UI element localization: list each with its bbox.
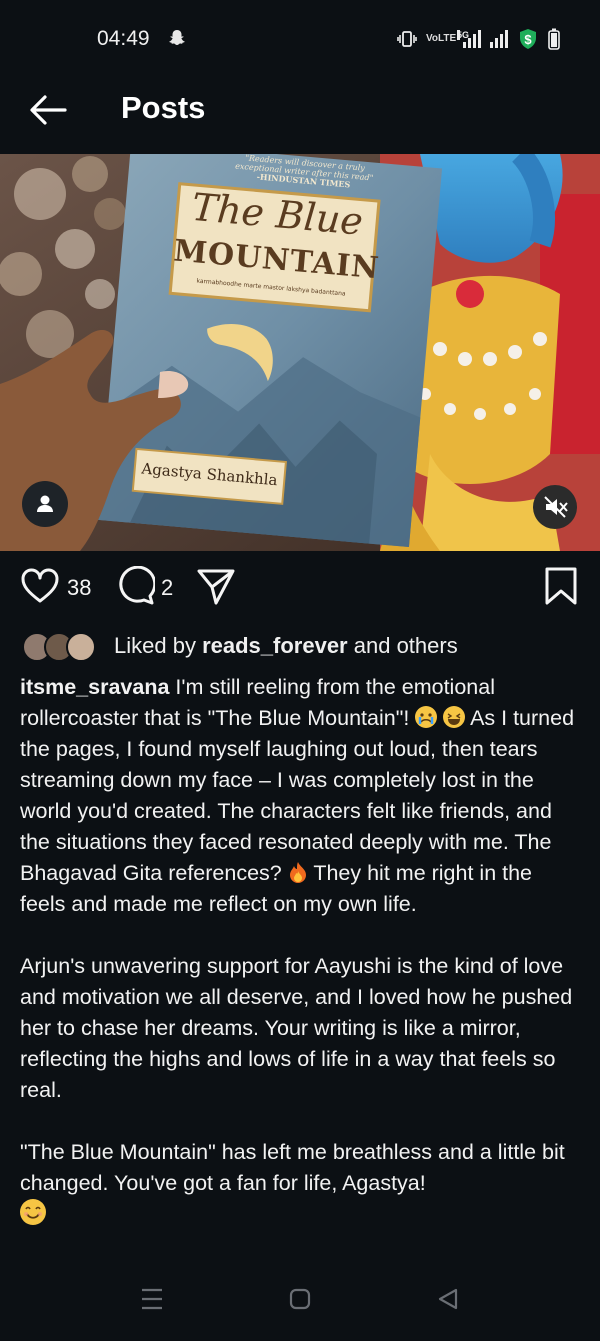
book-cover-text: "Readers will discover a truly exception…	[98, 154, 442, 547]
comment-icon[interactable]	[115, 566, 155, 606]
signal-icon-2	[490, 30, 508, 48]
back-arrow-icon[interactable]	[28, 92, 68, 128]
battery-icon	[548, 28, 560, 50]
mute-icon	[544, 496, 568, 518]
signal-icon: 5G	[457, 30, 481, 48]
header: Posts	[0, 78, 600, 154]
post-image[interactable]: "Readers will discover a truly exception…	[0, 154, 600, 551]
caption-paragraph-2: Arjun's unwavering support for Aayushi i…	[20, 954, 573, 1102]
comments-count[interactable]: 2	[161, 575, 173, 601]
smile-emoji-icon	[20, 1199, 46, 1225]
laughing-emoji-icon	[443, 706, 466, 728]
status-icons: VoLTE 5G $	[397, 26, 560, 52]
post-actions: 38 2	[0, 562, 600, 612]
snapchat-icon	[169, 30, 185, 45]
home-icon[interactable]	[288, 1287, 312, 1311]
liked-by-text[interactable]: Liked by reads_forever and others	[114, 633, 458, 659]
heart-icon[interactable]	[20, 566, 60, 606]
vibrate-icon	[397, 31, 417, 47]
likes-count[interactable]: 38	[67, 575, 91, 601]
bookmark-icon[interactable]	[544, 566, 578, 606]
avatar	[66, 632, 96, 662]
system-nav-bar	[0, 1268, 600, 1341]
volte-label: VoLTE	[426, 33, 457, 44]
tag-people-button[interactable]	[22, 481, 68, 527]
svg-text:$: $	[524, 32, 532, 47]
status-time: 04:49	[97, 27, 150, 50]
author-username[interactable]: itsme_sravana	[20, 675, 169, 699]
liked-by-user[interactable]: reads_forever	[202, 633, 348, 658]
mute-button[interactable]	[533, 485, 577, 529]
caption-paragraph-3: "The Blue Mountain" has left me breathle…	[20, 1140, 565, 1195]
person-icon	[37, 495, 53, 512]
post-caption: itsme_sravana I'm still reeling from the…	[20, 672, 582, 1231]
share-icon[interactable]	[196, 566, 236, 606]
network-type: 5G	[457, 30, 470, 40]
status-bar: 04:49 VoLTE 5G $	[0, 0, 600, 78]
money-icon: $	[520, 29, 536, 49]
back-icon[interactable]	[436, 1287, 460, 1311]
book-author: Agastya Shankhla	[140, 459, 279, 490]
page-title: Posts	[121, 90, 206, 125]
crying-emoji-icon	[415, 706, 438, 728]
liked-by-row[interactable]: Liked by reads_forever and others	[22, 628, 592, 664]
menu-icon[interactable]	[140, 1286, 164, 1312]
fire-emoji-icon	[288, 861, 308, 883]
caption-text: As I turned the pages, I found myself la…	[20, 706, 575, 885]
